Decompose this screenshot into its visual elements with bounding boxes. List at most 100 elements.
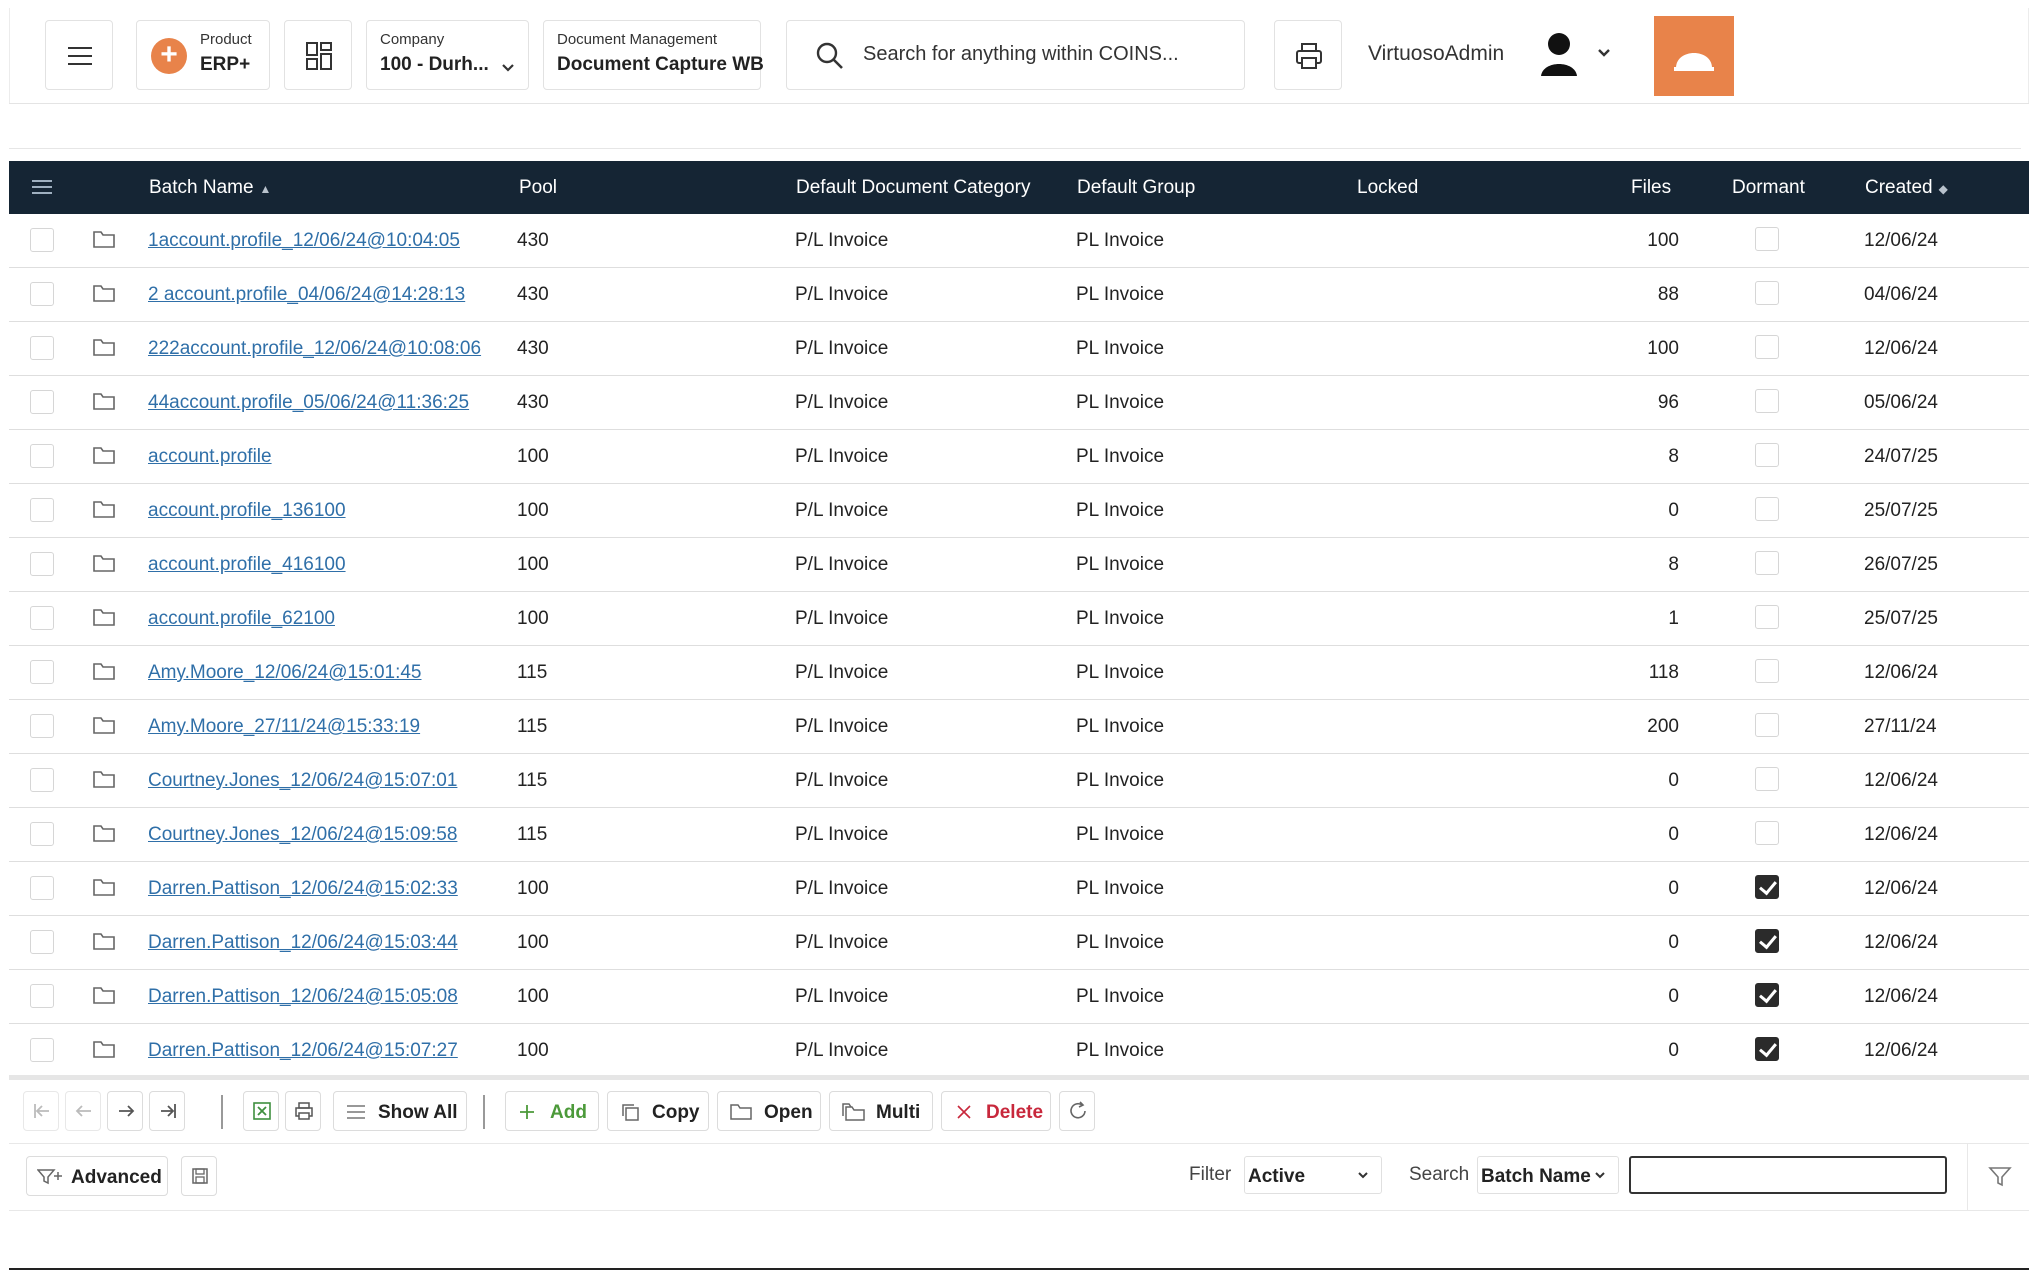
batch-name-link[interactable]: account.profile xyxy=(148,446,272,468)
row-select-checkbox[interactable] xyxy=(30,876,54,900)
print-grid-button[interactable] xyxy=(285,1091,321,1131)
dormant-checkbox[interactable] xyxy=(1755,1037,1779,1061)
column-default-group[interactable]: Default Group xyxy=(1077,177,1195,199)
table-row[interactable]: Amy.Moore_27/11/24@15:33:19 115 P/L Invo… xyxy=(9,700,2029,754)
table-row[interactable]: Courtney.Jones_12/06/24@15:09:58 115 P/L… xyxy=(9,808,2029,862)
delete-button[interactable]: Delete xyxy=(941,1091,1051,1131)
column-created[interactable]: Created ◆ xyxy=(1865,177,1948,199)
multi-button[interactable]: Multi xyxy=(829,1091,933,1131)
folder-icon[interactable] xyxy=(92,499,116,519)
table-row[interactable]: 2 account.profile_04/06/24@14:28:13 430 … xyxy=(9,268,2029,322)
batch-name-link[interactable]: Courtney.Jones_12/06/24@15:09:58 xyxy=(148,824,457,846)
row-select-checkbox[interactable] xyxy=(30,444,54,468)
dormant-checkbox[interactable] xyxy=(1755,659,1779,683)
folder-icon[interactable] xyxy=(92,661,116,681)
module-selector[interactable]: Document Management Document Capture WB xyxy=(543,20,764,90)
user-avatar-icon[interactable] xyxy=(1537,30,1581,78)
dormant-checkbox[interactable] xyxy=(1755,443,1779,467)
table-row[interactable]: account.profile_62100 100 P/L Invoice PL… xyxy=(9,592,2029,646)
row-select-checkbox[interactable] xyxy=(30,552,54,576)
folder-icon[interactable] xyxy=(92,877,116,897)
dormant-checkbox[interactable] xyxy=(1755,713,1779,737)
folder-icon[interactable] xyxy=(92,445,116,465)
previous-page-button[interactable] xyxy=(65,1091,101,1131)
dormant-checkbox[interactable] xyxy=(1755,929,1779,953)
batch-name-link[interactable]: Darren.Pattison_12/06/24@15:07:27 xyxy=(148,1040,458,1062)
row-select-checkbox[interactable] xyxy=(30,768,54,792)
last-page-button[interactable] xyxy=(149,1091,185,1131)
dormant-checkbox[interactable] xyxy=(1755,551,1779,575)
table-row[interactable]: Darren.Pattison_12/06/24@15:02:33 100 P/… xyxy=(9,862,2029,916)
export-excel-button[interactable] xyxy=(243,1091,279,1131)
dormant-checkbox[interactable] xyxy=(1755,281,1779,305)
folder-icon[interactable] xyxy=(92,931,116,951)
table-row[interactable]: account.profile_136100 100 P/L Invoice P… xyxy=(9,484,2029,538)
batch-name-link[interactable]: 2 account.profile_04/06/24@14:28:13 xyxy=(148,284,465,306)
folder-icon[interactable] xyxy=(92,607,116,627)
column-default-category[interactable]: Default Document Category xyxy=(796,177,1030,199)
batch-name-link[interactable]: 44account.profile_05/06/24@11:36:25 xyxy=(148,392,469,414)
folder-icon[interactable] xyxy=(92,391,116,411)
dormant-checkbox[interactable] xyxy=(1755,389,1779,413)
folder-icon[interactable] xyxy=(92,283,116,303)
search-field-select[interactable]: Batch Name xyxy=(1477,1156,1619,1194)
dormant-checkbox[interactable] xyxy=(1755,605,1779,629)
print-button[interactable] xyxy=(1274,20,1342,90)
folder-icon[interactable] xyxy=(92,985,116,1005)
row-select-checkbox[interactable] xyxy=(30,822,54,846)
folder-icon[interactable] xyxy=(92,553,116,573)
dormant-checkbox[interactable] xyxy=(1755,821,1779,845)
column-locked[interactable]: Locked xyxy=(1357,177,1418,199)
copy-button[interactable]: Copy xyxy=(607,1091,709,1131)
batch-name-link[interactable]: Amy.Moore_12/06/24@15:01:45 xyxy=(148,662,422,684)
row-select-checkbox[interactable] xyxy=(30,390,54,414)
dormant-checkbox[interactable] xyxy=(1755,227,1779,251)
global-search[interactable]: Search for anything within COINS... xyxy=(786,20,1245,90)
row-select-checkbox[interactable] xyxy=(30,930,54,954)
folder-icon[interactable] xyxy=(92,229,116,249)
row-select-checkbox[interactable] xyxy=(30,660,54,684)
batch-name-link[interactable]: Darren.Pattison_12/06/24@15:02:33 xyxy=(148,878,458,900)
next-page-button[interactable] xyxy=(107,1091,143,1131)
first-page-button[interactable] xyxy=(23,1091,59,1131)
advanced-filter-button[interactable]: Advanced xyxy=(26,1156,168,1196)
open-button[interactable]: Open xyxy=(717,1091,821,1131)
batch-name-link[interactable]: account.profile_62100 xyxy=(148,608,335,630)
folder-icon[interactable] xyxy=(92,337,116,357)
batch-name-link[interactable]: Darren.Pattison_12/06/24@15:03:44 xyxy=(148,932,458,954)
table-row[interactable]: Courtney.Jones_12/06/24@15:07:01 115 P/L… xyxy=(9,754,2029,808)
filter-select[interactable]: Active xyxy=(1244,1156,1382,1194)
column-dormant[interactable]: Dormant xyxy=(1732,177,1805,199)
row-select-checkbox[interactable] xyxy=(30,984,54,1008)
batch-name-link[interactable]: 1account.profile_12/06/24@10:04:05 xyxy=(148,230,460,252)
refresh-button[interactable] xyxy=(1059,1091,1095,1131)
save-filter-button[interactable] xyxy=(181,1156,217,1196)
dormant-checkbox[interactable] xyxy=(1755,497,1779,521)
row-select-checkbox[interactable] xyxy=(30,1038,54,1062)
row-select-checkbox[interactable] xyxy=(30,498,54,522)
main-menu-button[interactable] xyxy=(45,20,113,90)
table-row[interactable]: 1account.profile_12/06/24@10:04:05 430 P… xyxy=(9,214,2029,268)
batch-name-link[interactable]: account.profile_136100 xyxy=(148,500,346,522)
dormant-checkbox[interactable] xyxy=(1755,875,1779,899)
column-pool[interactable]: Pool xyxy=(519,177,557,199)
table-row[interactable]: 44account.profile_05/06/24@11:36:25 430 … xyxy=(9,376,2029,430)
folder-icon[interactable] xyxy=(92,823,116,843)
dormant-checkbox[interactable] xyxy=(1755,767,1779,791)
batch-name-link[interactable]: 222account.profile_12/06/24@10:08:06 xyxy=(148,338,481,360)
table-row[interactable]: account.profile_416100 100 P/L Invoice P… xyxy=(9,538,2029,592)
row-select-checkbox[interactable] xyxy=(30,336,54,360)
company-selector[interactable]: Company 100 - Durh... xyxy=(366,20,529,90)
column-batch-name[interactable]: Batch Name ▲ xyxy=(149,177,271,199)
notifications-button[interactable] xyxy=(1654,16,1734,96)
folder-icon[interactable] xyxy=(92,715,116,735)
user-name[interactable]: VirtuosoAdmin xyxy=(1368,42,1504,66)
table-row[interactable]: Darren.Pattison_12/06/24@15:07:27 100 P/… xyxy=(9,1024,2029,1078)
table-row[interactable]: Amy.Moore_12/06/24@15:01:45 115 P/L Invo… xyxy=(9,646,2029,700)
batch-name-link[interactable]: Darren.Pattison_12/06/24@15:05:08 xyxy=(148,986,458,1008)
row-select-checkbox[interactable] xyxy=(30,714,54,738)
folder-icon[interactable] xyxy=(92,769,116,789)
row-select-checkbox[interactable] xyxy=(30,606,54,630)
batch-name-link[interactable]: Courtney.Jones_12/06/24@15:07:01 xyxy=(148,770,457,792)
product-selector[interactable]: + Product ERP+ xyxy=(136,20,270,90)
